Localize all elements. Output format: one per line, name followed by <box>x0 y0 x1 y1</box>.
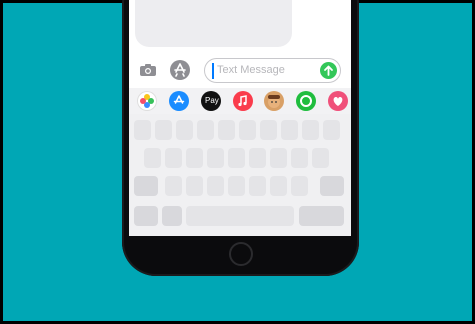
keyboard-key[interactable] <box>134 120 151 140</box>
message-bubble <box>135 0 292 47</box>
keyboard <box>129 114 351 236</box>
apple-pay-icon[interactable]: Pay <box>201 91 221 111</box>
shift-key[interactable] <box>134 176 158 196</box>
keyboard-key[interactable] <box>270 176 287 196</box>
space-key[interactable] <box>186 206 294 226</box>
heart-app-icon[interactable] <box>328 91 348 111</box>
keyboard-key[interactable] <box>165 176 182 196</box>
keyboard-key[interactable] <box>165 148 182 168</box>
keyboard-key[interactable] <box>155 120 172 140</box>
numbers-key[interactable] <box>134 206 158 226</box>
activity-app-icon[interactable] <box>296 91 316 111</box>
phone-screen: Text Message Pay <box>129 0 351 236</box>
keyboard-key[interactable] <box>270 148 287 168</box>
app-store-button[interactable] <box>170 60 190 80</box>
imessage-app-strip: Pay <box>129 88 351 114</box>
camera-icon[interactable] <box>139 63 157 77</box>
apple-pay-label: Pay <box>205 96 219 105</box>
app-store-icon[interactable] <box>169 91 189 111</box>
keyboard-key[interactable] <box>228 176 245 196</box>
compose-bar: Text Message <box>129 57 351 85</box>
keyboard-key[interactable] <box>207 148 224 168</box>
message-input-placeholder: Text Message <box>217 64 285 76</box>
memoji-icon[interactable] <box>264 91 284 111</box>
music-app-icon[interactable] <box>233 91 253 111</box>
keyboard-key[interactable] <box>302 120 319 140</box>
send-button[interactable] <box>320 62 337 79</box>
keyboard-key[interactable] <box>197 120 214 140</box>
keyboard-key[interactable] <box>218 120 235 140</box>
keyboard-key[interactable] <box>312 148 329 168</box>
keyboard-key[interactable] <box>323 120 340 140</box>
keyboard-key[interactable] <box>239 120 256 140</box>
keyboard-key[interactable] <box>281 120 298 140</box>
keyboard-key[interactable] <box>207 176 224 196</box>
keyboard-key[interactable] <box>186 176 203 196</box>
return-key[interactable] <box>299 206 344 226</box>
home-button[interactable] <box>229 242 253 266</box>
keyboard-key[interactable] <box>144 148 161 168</box>
text-caret <box>212 63 214 79</box>
keyboard-key[interactable] <box>260 120 277 140</box>
keyboard-key[interactable] <box>291 148 308 168</box>
keyboard-key[interactable] <box>291 176 308 196</box>
photos-app-icon[interactable] <box>137 91 157 111</box>
backspace-key[interactable] <box>320 176 344 196</box>
keyboard-key[interactable] <box>228 148 245 168</box>
keyboard-key[interactable] <box>186 148 203 168</box>
message-input[interactable]: Text Message <box>204 58 341 83</box>
keyboard-key[interactable] <box>249 176 266 196</box>
emoji-key[interactable] <box>162 206 182 226</box>
keyboard-key[interactable] <box>249 148 266 168</box>
keyboard-key[interactable] <box>176 120 193 140</box>
